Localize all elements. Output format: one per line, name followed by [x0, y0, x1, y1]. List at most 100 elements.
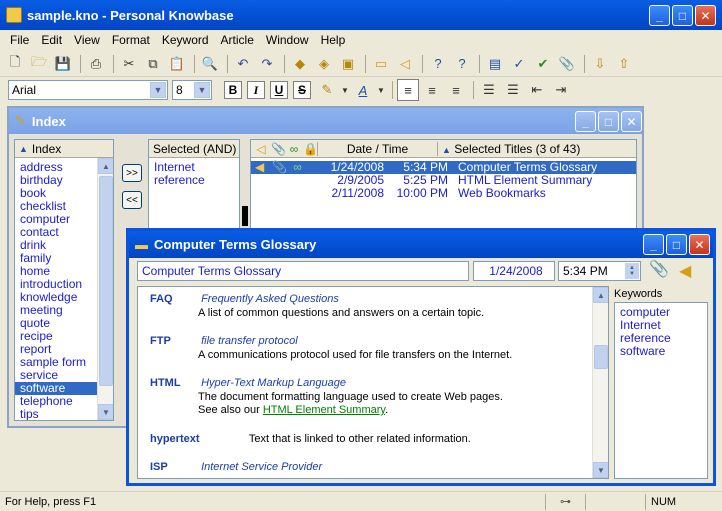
numbered-list-icon[interactable]: ☰ [478, 79, 500, 101]
spellcheck-icon[interactable]: ✓ [508, 53, 530, 75]
erase-icon[interactable]: ◆ [289, 53, 311, 75]
article-scrollbar[interactable]: ▲ ▼ [592, 287, 608, 478]
article-title: Web Bookmarks [458, 186, 546, 200]
help-icon[interactable]: ? [427, 53, 449, 75]
lock-icon[interactable]: 🔒 [303, 142, 318, 156]
attachment-icon[interactable]: 📎 [271, 142, 286, 156]
sort-up-icon: ▲ [19, 143, 28, 154]
glossary-entry: FAQ Frequently Asked Questions A list of… [150, 293, 485, 319]
article-minimize-button[interactable]: _ [643, 234, 664, 255]
redo-icon[interactable]: ↷ [256, 53, 278, 75]
link-icon[interactable]: ∞ [285, 142, 303, 156]
index-scrollbar[interactable]: ▲ ▼ [97, 158, 113, 420]
splitter-handle[interactable] [242, 206, 248, 226]
copy-icon[interactable]: ⧉ [142, 53, 164, 75]
chevron-down-icon[interactable]: ▼ [376, 79, 386, 101]
index-column-header[interactable]: ▲ Index [15, 140, 113, 158]
replace-icon[interactable]: ◈ [313, 53, 335, 75]
article-title-input[interactable]: Computer Terms Glossary [137, 261, 469, 281]
article-body[interactable]: FAQ Frequently Asked Questions A list of… [137, 286, 609, 479]
folder-icon[interactable]: ▭ [370, 53, 392, 75]
font-size-select[interactable]: 8 ▼ [172, 80, 212, 100]
menu-article[interactable]: Article [215, 33, 260, 47]
datetime-column-header[interactable]: Date / Time [317, 141, 437, 156]
keyword-tag-icon[interactable]: ◀ [679, 261, 691, 281]
new-icon[interactable]: 🗋 [4, 53, 26, 75]
undo-icon[interactable]: ↶ [232, 53, 254, 75]
scroll-thumb[interactable] [99, 176, 113, 386]
scroll-down-arrow[interactable]: ▼ [98, 404, 113, 420]
keyword-tag-icon[interactable]: ◁ [251, 142, 271, 156]
article-maximize-button[interactable]: □ [666, 234, 687, 255]
highlight-icon[interactable]: ✎ [316, 79, 338, 101]
menu-file[interactable]: File [4, 33, 35, 47]
keyword-item[interactable]: tips [15, 408, 99, 421]
align-right-icon[interactable]: ≡ [445, 79, 467, 101]
open-icon[interactable]: 🗁 [28, 53, 50, 75]
italic-button[interactable]: I [247, 81, 265, 99]
font-color-icon[interactable]: A [352, 79, 374, 101]
article-titles-list[interactable]: ◁ 📎 ∞ 🔒 Date / Time ▲ Selected Titles (3… [250, 139, 637, 234]
article-time: 10:00 PM [396, 186, 448, 200]
scroll-thumb[interactable] [594, 345, 608, 369]
menu-help[interactable]: Help [315, 33, 352, 47]
menu-window[interactable]: Window [260, 33, 315, 47]
cut-icon[interactable]: ✂ [118, 53, 140, 75]
align-center-icon[interactable]: ≡ [421, 79, 443, 101]
underline-button[interactable]: U [270, 81, 288, 99]
add-keyword-button[interactable]: >> [122, 164, 142, 182]
menu-edit[interactable]: Edit [35, 33, 68, 47]
decrease-indent-icon[interactable]: ⇤ [526, 79, 548, 101]
export-icon[interactable]: ⇧ [613, 53, 635, 75]
maximize-button[interactable]: □ [672, 5, 693, 26]
titles-column-header[interactable]: ▲ Selected Titles (3 of 43) [437, 141, 636, 156]
close-button[interactable]: ✕ [695, 5, 716, 26]
keyword-tag-icon: ◀ [255, 160, 265, 174]
menu-format[interactable]: Format [106, 33, 156, 47]
keyword-tag-icon[interactable]: ◁ [394, 53, 416, 75]
html-element-summary-link[interactable]: HTML Element Summary [263, 404, 385, 416]
article-keywords-list[interactable]: computer Internet reference software [614, 302, 708, 479]
layout-icon[interactable]: ▤ [484, 53, 506, 75]
print-icon[interactable]: ⎙ [85, 53, 107, 75]
save-icon[interactable]: 💾 [52, 53, 74, 75]
scroll-up-arrow[interactable]: ▲ [98, 158, 113, 174]
keyword-index-list[interactable]: ▲ Index address birthday book checklist comp… [14, 139, 114, 421]
selected-keyword-item[interactable]: reference [149, 174, 239, 187]
strikeout-button[interactable]: S [293, 81, 311, 99]
whats-this-icon[interactable]: ? [451, 53, 473, 75]
index-close-button[interactable]: ✕ [621, 111, 642, 132]
increase-indent-icon[interactable]: ⇥ [550, 79, 572, 101]
article-row[interactable]: 2/11/2008 10:00 PM Web Bookmarks [251, 187, 636, 200]
selected-keywords-list[interactable]: Selected (AND) Internet reference [148, 139, 240, 234]
article-close-button[interactable]: ✕ [689, 234, 710, 255]
index-maximize-button[interactable]: □ [598, 111, 619, 132]
article-window: ▬ Computer Terms Glossary _ □ ✕ Computer… [126, 228, 716, 486]
article-time-input[interactable]: 5:34 PM ▲ ▼ [558, 261, 641, 281]
attachment-icon[interactable]: 📎 [556, 53, 578, 75]
bullet-list-icon[interactable]: ☰ [502, 79, 524, 101]
remove-keyword-button[interactable]: << [122, 191, 142, 209]
attachment-icon[interactable]: 📎 [649, 259, 669, 279]
menu-view[interactable]: View [68, 33, 106, 47]
bold-button[interactable]: B [224, 81, 242, 99]
keyword-check-icon[interactable]: ✔ [532, 53, 554, 75]
import-icon[interactable]: ⇩ [589, 53, 611, 75]
article-date-input[interactable]: 1/24/2008 [473, 261, 555, 281]
align-left-icon[interactable]: ≡ [397, 79, 419, 101]
time-spinner[interactable]: ▲ ▼ [625, 263, 639, 279]
scroll-up-arrow[interactable]: ▲ [593, 287, 608, 303]
find-icon[interactable]: 🔍 [199, 53, 221, 75]
font-select[interactable]: Arial ▼ [8, 80, 168, 100]
glossary-entry: ISP Internet Service Provider [150, 461, 323, 473]
article-window-title: Computer Terms Glossary [154, 237, 317, 252]
article-keyword-item[interactable]: software [615, 345, 707, 358]
minimize-button[interactable]: _ [649, 5, 670, 26]
scroll-down-arrow[interactable]: ▼ [593, 462, 608, 478]
reset-icon[interactable]: ▣ [337, 53, 359, 75]
paste-icon[interactable]: 📋 [166, 53, 188, 75]
chevron-down-icon[interactable]: ▼ [340, 79, 350, 101]
menu-keyword[interactable]: Keyword [156, 33, 215, 47]
glossary-entry: FTP file transfer protocol A communicati… [150, 335, 513, 361]
index-minimize-button[interactable]: _ [575, 111, 596, 132]
